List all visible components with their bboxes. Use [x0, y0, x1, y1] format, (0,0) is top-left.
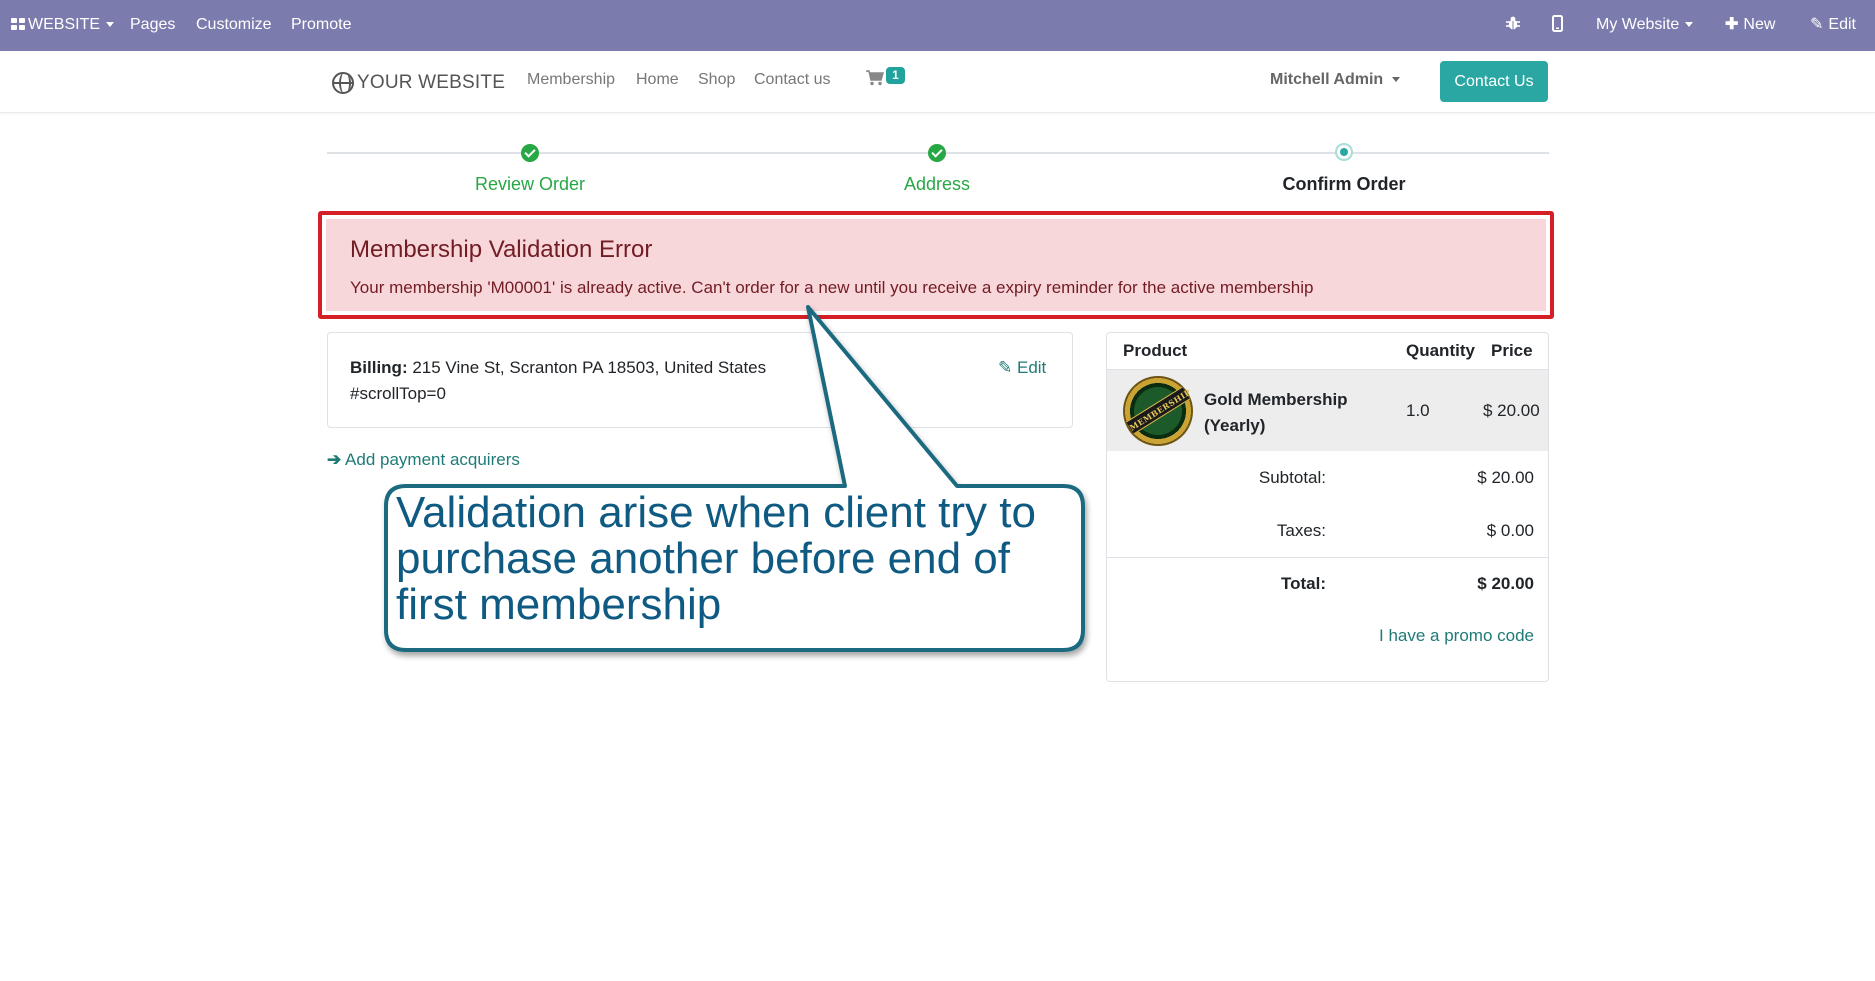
callout-text: Validation arise when client try to purc…	[396, 488, 1036, 629]
